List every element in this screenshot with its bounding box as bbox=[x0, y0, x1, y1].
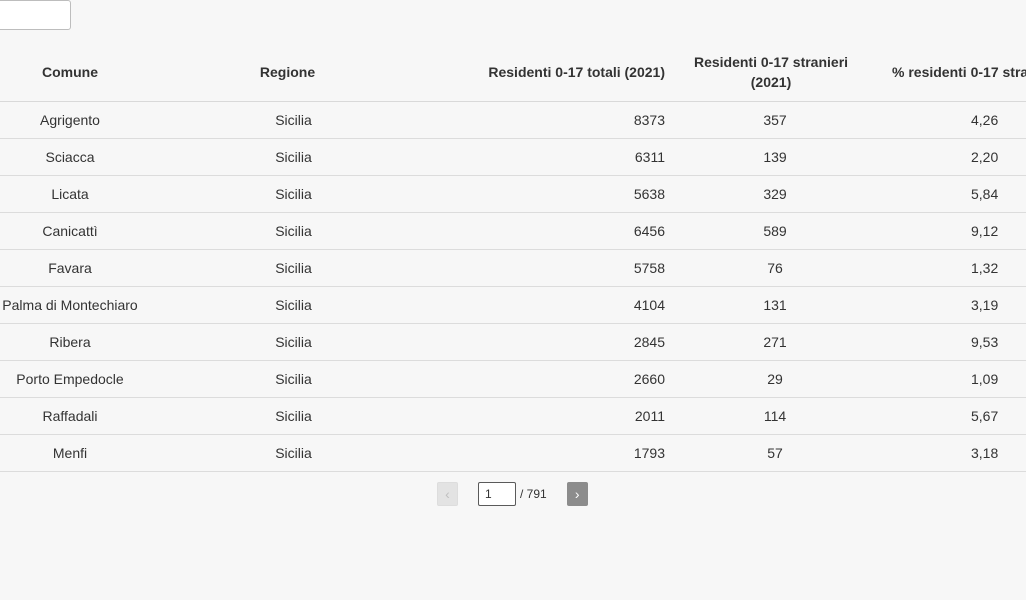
cell-comune: Licata bbox=[0, 175, 170, 213]
cell-percent-stranieri: 2,20 bbox=[865, 138, 1026, 176]
previous-page-button[interactable]: ‹ bbox=[437, 482, 458, 506]
cell-residenti-totali: 5758 bbox=[405, 249, 677, 287]
cell-regione: Sicilia bbox=[170, 212, 405, 250]
cell-percent-stranieri: 9,53 bbox=[865, 323, 1026, 361]
cell-residenti-stranieri: 139 bbox=[677, 138, 865, 176]
cell-comune: Agrigento bbox=[0, 101, 170, 139]
cell-residenti-stranieri: 114 bbox=[677, 397, 865, 435]
cell-percent-stranieri: 1,32 bbox=[865, 249, 1026, 287]
cell-residenti-stranieri: 589 bbox=[677, 212, 865, 250]
cell-residenti-stranieri: 271 bbox=[677, 323, 865, 361]
table-row: Porto Empedocle Sicilia 2660 29 1,09 bbox=[0, 360, 1026, 398]
cell-residenti-stranieri: 76 bbox=[677, 249, 865, 287]
cell-residenti-stranieri: 29 bbox=[677, 360, 865, 398]
cell-regione: Sicilia bbox=[170, 360, 405, 398]
cell-residenti-totali: 4104 bbox=[405, 286, 677, 324]
table-body: Agrigento Sicilia 8373 357 4,26 Sciacca … bbox=[0, 101, 1026, 472]
cell-residenti-totali: 2660 bbox=[405, 360, 677, 398]
table-row: Ribera Sicilia 2845 271 9,53 bbox=[0, 323, 1026, 361]
cell-comune: Sciacca bbox=[0, 138, 170, 176]
table-row: Palma di Montechiaro Sicilia 4104 131 3,… bbox=[0, 286, 1026, 324]
cell-residenti-totali: 2011 bbox=[405, 397, 677, 435]
column-header-comune[interactable]: Comune bbox=[0, 44, 170, 102]
cell-percent-stranieri: 3,18 bbox=[865, 434, 1026, 472]
chevron-right-icon: › bbox=[574, 486, 580, 502]
cell-residenti-totali: 6456 bbox=[405, 212, 677, 250]
cell-regione: Sicilia bbox=[170, 397, 405, 435]
chevron-left-icon: ‹ bbox=[445, 486, 450, 502]
cell-percent-stranieri: 5,67 bbox=[865, 397, 1026, 435]
cell-comune: Porto Empedocle bbox=[0, 360, 170, 398]
cell-percent-stranieri: 3,19 bbox=[865, 286, 1026, 324]
cell-regione: Sicilia bbox=[170, 175, 405, 213]
cell-regione: Sicilia bbox=[170, 249, 405, 287]
data-table: Comune Regione Residenti 0-17 totali (20… bbox=[0, 44, 1026, 472]
cell-comune: Menfi bbox=[0, 434, 170, 472]
cell-residenti-stranieri: 357 bbox=[677, 101, 865, 139]
column-header-residenti-stranieri[interactable]: Residenti 0-17 stranieri (2021) bbox=[677, 44, 865, 102]
cell-residenti-stranieri: 329 bbox=[677, 175, 865, 213]
table-row: Favara Sicilia 5758 76 1,32 bbox=[0, 249, 1026, 287]
cell-comune: Canicattì bbox=[0, 212, 170, 250]
search-input[interactable] bbox=[0, 0, 71, 30]
pagination: ‹ / 791 › bbox=[437, 481, 588, 507]
table-header: Comune Regione Residenti 0-17 totali (20… bbox=[0, 44, 1026, 102]
cell-residenti-totali: 6311 bbox=[405, 138, 677, 176]
cell-comune: Raffadali bbox=[0, 397, 170, 435]
table-row: Raffadali Sicilia 2011 114 5,67 bbox=[0, 397, 1026, 435]
cell-residenti-totali: 1793 bbox=[405, 434, 677, 472]
cell-comune: Favara bbox=[0, 249, 170, 287]
cell-regione: Sicilia bbox=[170, 101, 405, 139]
cell-regione: Sicilia bbox=[170, 323, 405, 361]
table-row: Canicattì Sicilia 6456 589 9,12 bbox=[0, 212, 1026, 250]
page-number-input[interactable] bbox=[478, 482, 516, 506]
cell-comune: Palma di Montechiaro bbox=[0, 286, 170, 324]
cell-percent-stranieri: 5,84 bbox=[865, 175, 1026, 213]
cell-percent-stranieri: 4,26 bbox=[865, 101, 1026, 139]
next-page-button[interactable]: › bbox=[566, 482, 588, 506]
cell-percent-stranieri: 9,12 bbox=[865, 212, 1026, 250]
column-header-percent-stranieri[interactable]: % residenti 0-17 stranieri bbox=[865, 44, 1026, 102]
cell-regione: Sicilia bbox=[170, 138, 405, 176]
cell-residenti-stranieri: 57 bbox=[677, 434, 865, 472]
cell-regione: Sicilia bbox=[170, 434, 405, 472]
page-total-label: / 791 bbox=[520, 487, 547, 501]
table-row: Sciacca Sicilia 6311 139 2,20 bbox=[0, 138, 1026, 176]
cell-regione: Sicilia bbox=[170, 286, 405, 324]
table-widget: Comune Regione Residenti 0-17 totali (20… bbox=[0, 0, 1026, 600]
header-row: Comune Regione Residenti 0-17 totali (20… bbox=[0, 44, 1026, 102]
cell-residenti-totali: 8373 bbox=[405, 101, 677, 139]
column-header-residenti-totali[interactable]: Residenti 0-17 totali (2021) bbox=[405, 44, 677, 102]
cell-residenti-stranieri: 131 bbox=[677, 286, 865, 324]
cell-residenti-totali: 2845 bbox=[405, 323, 677, 361]
column-header-regione[interactable]: Regione bbox=[170, 44, 405, 102]
cell-comune: Ribera bbox=[0, 323, 170, 361]
cell-percent-stranieri: 1,09 bbox=[865, 360, 1026, 398]
table-row: Licata Sicilia 5638 329 5,84 bbox=[0, 175, 1026, 213]
data-table-container: Comune Regione Residenti 0-17 totali (20… bbox=[0, 44, 1026, 472]
table-row: Agrigento Sicilia 8373 357 4,26 bbox=[0, 101, 1026, 139]
table-row: Menfi Sicilia 1793 57 3,18 bbox=[0, 434, 1026, 472]
cell-residenti-totali: 5638 bbox=[405, 175, 677, 213]
